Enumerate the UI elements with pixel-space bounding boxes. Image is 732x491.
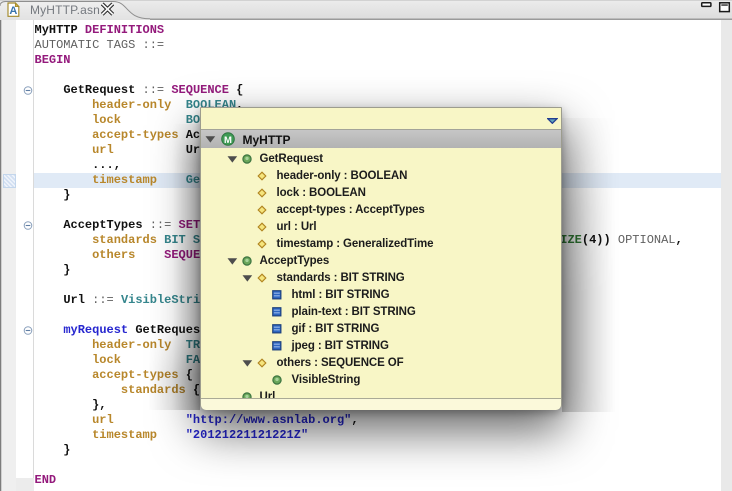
svg-text:A: A [9, 5, 17, 17]
svg-text:M: M [224, 134, 232, 145]
